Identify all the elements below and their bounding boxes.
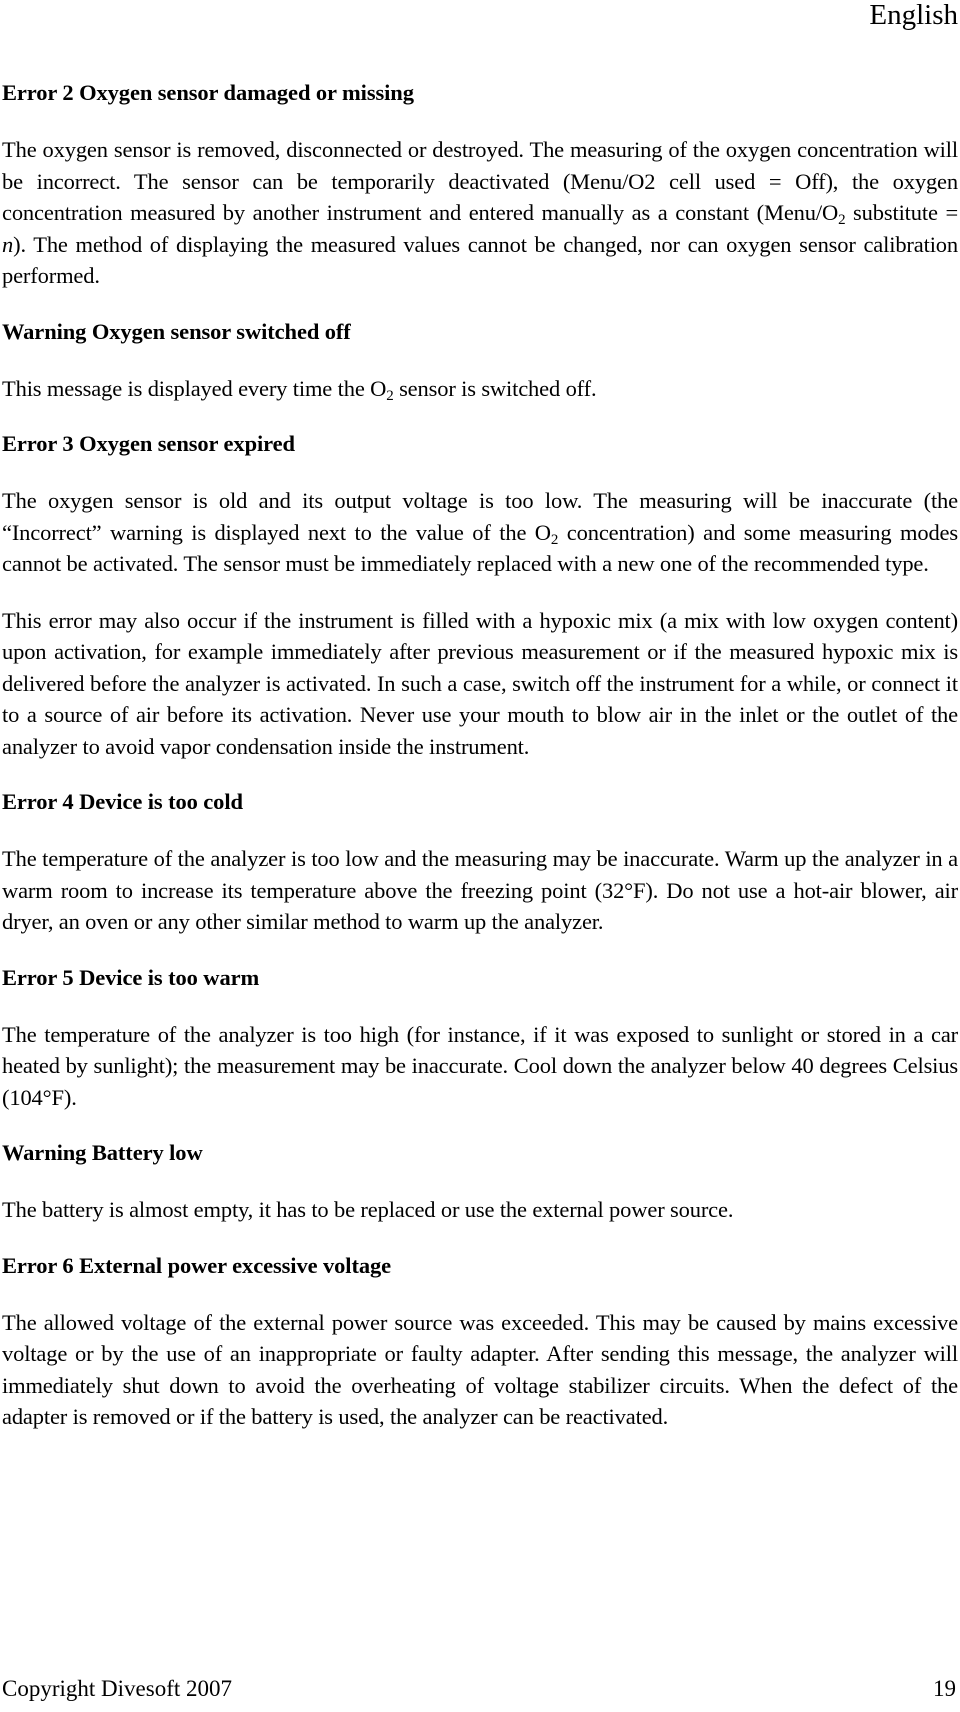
paragraph: The allowed voltage of the external powe… bbox=[2, 1307, 958, 1433]
section-error-6: Error 6 External power excessive voltage… bbox=[2, 1251, 958, 1433]
paragraph: The battery is almost empty, it has to b… bbox=[2, 1194, 958, 1226]
section-heading: Error 6 External power excessive voltage bbox=[2, 1252, 392, 1278]
section-heading: Error 3 Oxygen sensor expired bbox=[2, 431, 295, 456]
page-footer: Copyright Divesoft 2007 19 bbox=[2, 1674, 956, 1704]
section-heading: Error 5 Device is too warm bbox=[2, 964, 260, 990]
text-segment: This message is displayed every time the… bbox=[2, 375, 387, 401]
paragraph: This error may also occur if the instrum… bbox=[2, 605, 958, 763]
section-error-2: Error 2 Oxygen sensor damaged or missing… bbox=[2, 78, 958, 292]
section-warning-oxygen-sensor-off: Warning Oxygen sensor switched off This … bbox=[2, 317, 958, 405]
paragraph: The temperature of the analyzer is too l… bbox=[2, 843, 958, 938]
paragraph: The oxygen sensor is removed, disconnect… bbox=[2, 134, 958, 292]
section-error-3: Error 3 Oxygen sensor expired The oxygen… bbox=[2, 429, 958, 762]
text-segment: substitute = bbox=[845, 200, 958, 225]
paragraph: The oxygen sensor is old and its output … bbox=[2, 485, 958, 580]
section-heading: Error 4 Device is too cold bbox=[2, 789, 243, 814]
text-segment: The battery is almost empty, it has to b… bbox=[2, 1197, 734, 1222]
text-segment: The temperature of the analyzer is too l… bbox=[2, 846, 958, 934]
italic-variable: n bbox=[2, 231, 14, 257]
section-error-5: Error 5 Device is too warm The temperatu… bbox=[2, 963, 958, 1114]
footer-page-number: 19 bbox=[933, 1676, 956, 1701]
text-segment: The temperature of the analyzer is too h… bbox=[2, 1021, 958, 1110]
section-heading: Error 2 Oxygen sensor damaged or missing bbox=[2, 80, 414, 105]
text-segment: The oxygen sensor is removed, disconnect… bbox=[2, 137, 958, 225]
text-segment: The allowed voltage of the external powe… bbox=[2, 1309, 958, 1430]
paragraph: This message is displayed every time the… bbox=[2, 373, 958, 405]
text-segment: This error may also occur if the instrum… bbox=[2, 607, 958, 759]
text-segment: ). The method of displaying the measured… bbox=[2, 231, 958, 289]
section-heading: Warning Battery low bbox=[2, 1140, 203, 1165]
section-error-4: Error 4 Device is too cold The temperatu… bbox=[2, 787, 958, 938]
document-body: Error 2 Oxygen sensor damaged or missing… bbox=[2, 78, 958, 1458]
section-warning-battery-low: Warning Battery low The battery is almos… bbox=[2, 1138, 958, 1226]
text-segment: sensor is switched off. bbox=[393, 375, 597, 401]
section-heading: Warning Oxygen sensor switched off bbox=[2, 318, 351, 344]
footer-copyright: Copyright Divesoft 2007 bbox=[2, 1676, 232, 1701]
subscript: 2 bbox=[386, 387, 394, 404]
paragraph: The temperature of the analyzer is too h… bbox=[2, 1019, 958, 1114]
page-header-language: English bbox=[869, 0, 958, 31]
